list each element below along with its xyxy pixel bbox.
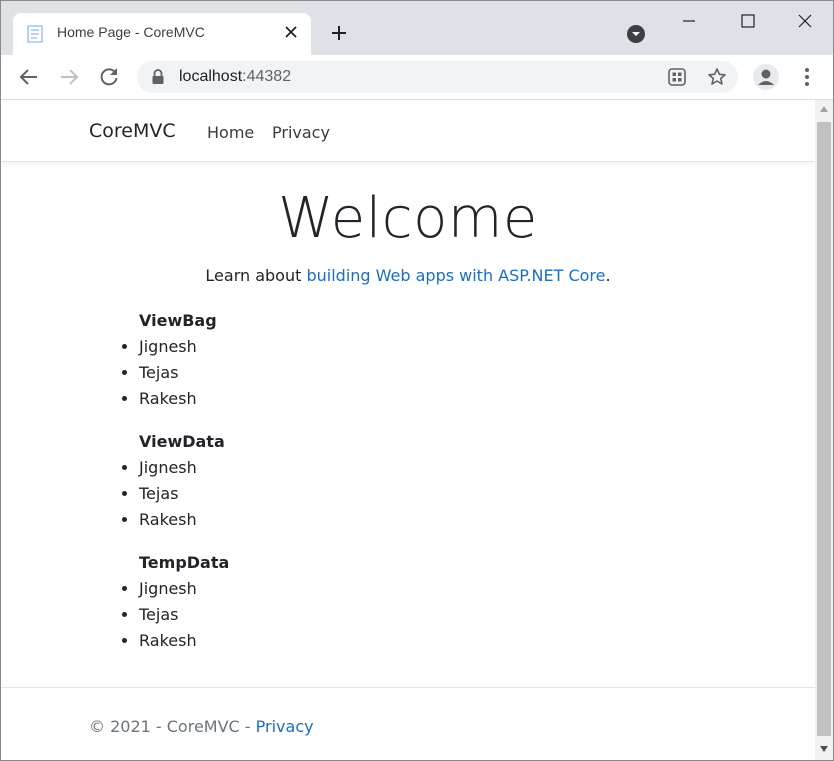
viewdata-section: ViewData Jignesh Tejas Rakesh [119,429,519,533]
lead-prefix: Learn about [205,266,307,285]
plus-icon[interactable] [329,23,349,43]
browser-window: Home Page - CoreMVC localhost:44382 Core… [0,0,834,761]
footer-privacy-link[interactable]: Privacy [256,717,314,736]
nav-link-privacy[interactable]: Privacy [272,123,330,142]
list-item: Rakesh [139,386,519,412]
list-item: Rakesh [139,628,519,654]
reload-icon[interactable] [97,65,121,89]
name-list: Jignesh Tejas Rakesh [119,576,519,654]
window-close-icon[interactable] [793,9,817,33]
star-icon[interactable] [707,67,727,87]
minimize-icon[interactable] [677,9,701,33]
tab-search-icon[interactable] [626,24,646,44]
back-arrow-icon[interactable] [17,65,41,89]
maximize-icon[interactable] [736,9,760,33]
list-item: Tejas [139,481,519,507]
person-icon [758,69,774,85]
url-host: localhost [179,68,243,85]
close-icon[interactable] [283,24,299,40]
section-title: ViewData [139,432,225,451]
forward-arrow-icon[interactable] [57,65,81,89]
page-title: Welcome [278,186,538,251]
list-item: Rakesh [139,507,519,533]
scroll-up-icon[interactable] [819,105,829,113]
section-title: ViewBag [139,311,217,330]
viewbag-section: ViewBag Jignesh Tejas Rakesh [119,308,519,412]
page-icon [27,25,43,43]
tempdata-section: TempData Jignesh Tejas Rakesh [119,550,519,654]
url-port: :44382 [242,68,292,85]
profile-avatar[interactable] [753,64,779,90]
section-title: TempData [139,553,230,572]
site-navbar: CoreMVC Home Privacy [1,100,815,162]
list-item: Tejas [139,360,519,386]
apps-grid-icon[interactable] [667,67,687,87]
lock-icon[interactable] [151,69,165,85]
name-list: Jignesh Tejas Rakesh [119,334,519,412]
page-viewport: CoreMVC Home Privacy Welcome Learn about… [1,100,815,760]
vertical-scrollbar[interactable] [815,100,833,760]
tab-home-page[interactable]: Home Page - CoreMVC [13,13,311,55]
lead-text: Learn about building Web apps with ASP.N… [1,266,815,285]
list-item: Jignesh [139,334,519,360]
site-footer: © 2021 - CoreMVC - Privacy [1,687,815,760]
browser-toolbar: localhost:44382 [1,55,833,100]
list-item: Tejas [139,602,519,628]
brand-link[interactable]: CoreMVC [89,120,176,142]
address-bar[interactable]: localhost:44382 [137,61,738,93]
copyright-text: © 2021 - CoreMVC - [89,717,256,736]
tab-title: Home Page - CoreMVC [57,24,205,40]
scroll-thumb[interactable] [817,122,831,736]
kebab-menu-icon[interactable] [797,65,817,89]
list-item: Jignesh [139,576,519,602]
list-item: Jignesh [139,455,519,481]
url-text: localhost:44382 [179,68,291,86]
aspnet-core-link[interactable]: building Web apps with ASP.NET Core [306,266,605,285]
scroll-down-icon[interactable] [819,745,829,753]
nav-link-home[interactable]: Home [207,123,254,142]
footer-text: © 2021 - CoreMVC - Privacy [89,717,314,736]
lead-suffix: . [605,266,611,285]
name-list: Jignesh Tejas Rakesh [119,455,519,533]
tab-strip: Home Page - CoreMVC [1,1,833,55]
